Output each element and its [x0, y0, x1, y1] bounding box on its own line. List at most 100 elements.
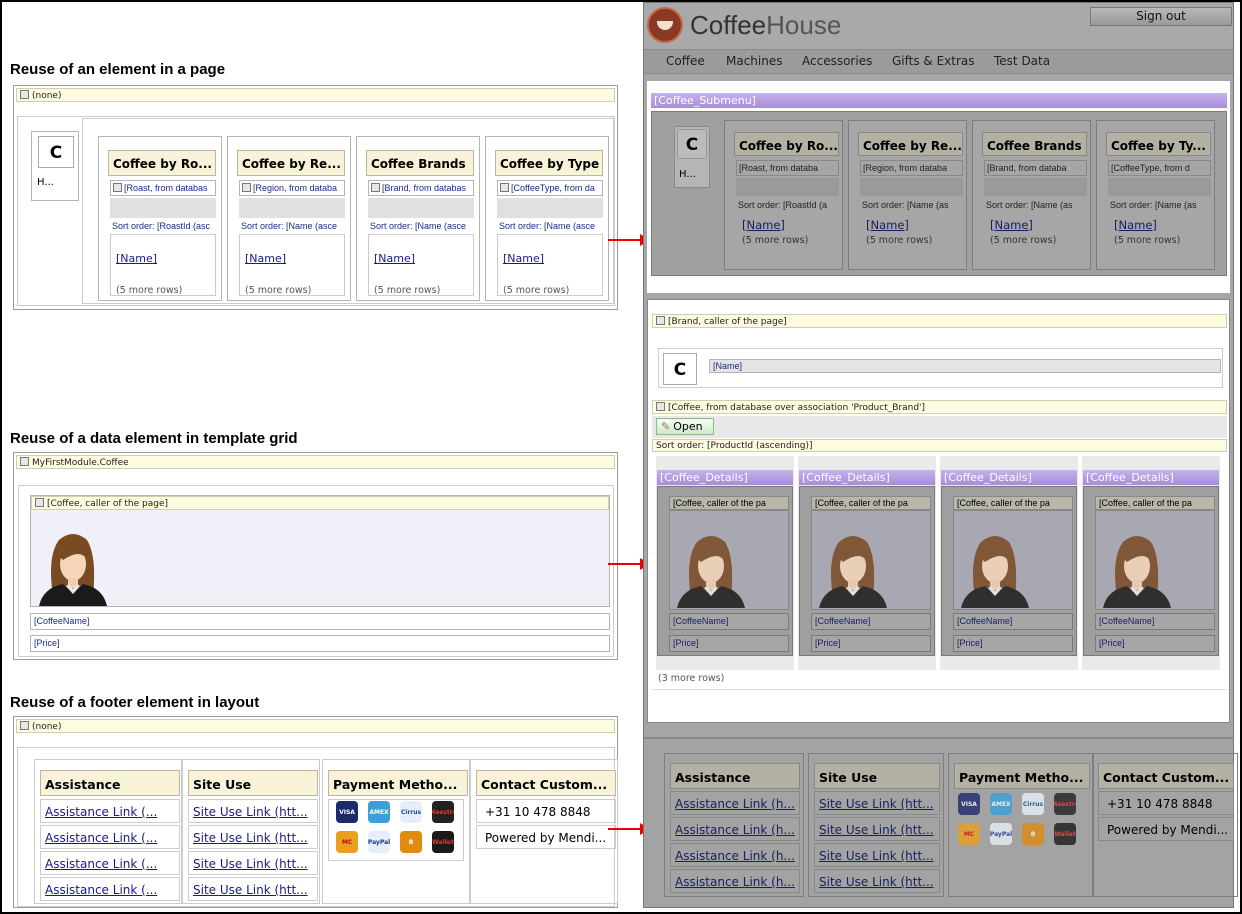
- logo-text-b: House: [766, 10, 842, 40]
- header-text-runtime: H...: [679, 169, 696, 180]
- card-name-link-runtime[interactable]: [Name]: [990, 218, 1033, 232]
- nav-item[interactable]: Test Data: [994, 50, 1050, 72]
- logo-text-a: Coffee: [690, 10, 767, 40]
- dataview: [Coffee, caller of the page]: [30, 495, 610, 607]
- coffee-list-bar: [Coffee, from database over association …: [652, 400, 1227, 414]
- footer-link-runtime[interactable]: Site Use Link (htt...: [814, 817, 940, 841]
- arrow-c: [608, 823, 650, 835]
- payment-icon-amex: AMEX: [990, 793, 1012, 815]
- price-field-runtime[interactable]: [Price]: [811, 635, 931, 652]
- sign-out-button[interactable]: Sign out: [1090, 7, 1232, 26]
- layout-context-bar: (none): [16, 719, 615, 733]
- runtime-preview: CoffeeHouse Sign out Coffee Machines Acces…: [643, 2, 1238, 908]
- edit-icon: ✎: [661, 420, 671, 433]
- price-field-runtime[interactable]: [Price]: [953, 635, 1073, 652]
- price-field[interactable]: [Price]: [30, 635, 610, 652]
- coffee-name-field-runtime[interactable]: [CoffeeName]: [953, 613, 1073, 630]
- coffee-list-label: [Coffee, from database over association …: [668, 403, 926, 413]
- footer-link-runtime[interactable]: Site Use Link (htt...: [814, 869, 940, 893]
- payment-icon-label: MC: [341, 838, 353, 846]
- submenu-body: C H... Coffee by Ro... [Roast, from datab…: [651, 111, 1227, 276]
- open-button[interactable]: ✎ Open: [656, 418, 714, 435]
- nav-item[interactable]: Gifts & Extras: [892, 50, 975, 72]
- card-toolbar-runtime: [736, 178, 839, 196]
- logo-letter: C: [38, 136, 74, 168]
- page-editor-a: (none) C H... Coffee by Ro... [Roast, fro…: [13, 85, 618, 310]
- payment-icon-label: PayPal: [990, 830, 1012, 838]
- footer-link[interactable]: Site Use Link (htt...: [188, 825, 318, 849]
- footer-link-runtime[interactable]: Assistance Link (h...: [670, 817, 800, 841]
- footer-link[interactable]: Assistance Link (...: [40, 877, 180, 901]
- contact-line-runtime: Powered by Mendi...: [1098, 817, 1234, 841]
- more-rows-label: (3 more rows): [658, 673, 725, 684]
- card-toolbar: [239, 198, 345, 218]
- payment-icon-visa: VISA: [336, 801, 358, 823]
- card-title-runtime: Coffee by Ro...: [734, 132, 839, 156]
- footer-link[interactable]: Assistance Link (...: [40, 851, 180, 875]
- footer-link-runtime[interactable]: Assistance Link (h...: [670, 791, 800, 815]
- logo-cell-runtime: C H...: [674, 126, 710, 188]
- footer-link[interactable]: Site Use Link (htt...: [188, 799, 318, 823]
- card-toolbar-runtime: [860, 178, 963, 196]
- payment-icon-paypal: PayPal: [368, 831, 390, 853]
- footer-link-runtime[interactable]: Assistance Link (h...: [670, 869, 800, 893]
- nav-item[interactable]: Accessories: [802, 50, 872, 72]
- list-icon: [242, 183, 251, 192]
- footer-link-runtime[interactable]: Assistance Link (h...: [670, 843, 800, 867]
- list-toolbar: ✎ Open: [652, 416, 1227, 438]
- footer-link[interactable]: Assistance Link (...: [40, 799, 180, 823]
- dataview-source-label: [Coffee, caller of the page]: [47, 499, 169, 509]
- coffee-name-field[interactable]: [CoffeeName]: [30, 613, 610, 630]
- payment-icon-cirrus: Cirrus: [400, 801, 422, 823]
- brand-name-field[interactable]: [Name]: [709, 359, 1221, 373]
- logo-cell: C H...: [31, 131, 79, 201]
- list-icon: [656, 402, 665, 411]
- footer-column-title-runtime: Site Use: [814, 763, 940, 789]
- contact-line: +31 10 478 8848: [476, 799, 616, 823]
- nav-item[interactable]: Coffee: [666, 50, 705, 72]
- card-name-link[interactable]: [Name]: [245, 252, 286, 265]
- card-sort-runtime: Sort order: [RoastId (a: [738, 200, 828, 210]
- heading-reuse-element: Reuse of an element in a page: [10, 61, 226, 78]
- footer-link[interactable]: Site Use Link (htt...: [188, 851, 318, 875]
- entity-icon: [20, 457, 29, 466]
- footer-link-runtime[interactable]: Site Use Link (htt...: [814, 791, 940, 815]
- app-header: CoffeeHouse Sign out: [644, 3, 1233, 49]
- card-title: Coffee by Re...: [237, 150, 345, 176]
- card-title: Coffee by Type: [495, 150, 603, 176]
- payment-icon-label: VISA: [339, 808, 355, 816]
- card-title-runtime: Coffee by Ty...: [1106, 132, 1211, 156]
- footer-column-title: Assistance: [40, 770, 180, 796]
- card-name-link-runtime[interactable]: [Name]: [742, 218, 785, 232]
- footer-link[interactable]: Site Use Link (htt...: [188, 877, 318, 901]
- footer-column-title-runtime: Contact Custom...: [1098, 763, 1234, 789]
- price-field-runtime[interactable]: [Price]: [1095, 635, 1215, 652]
- nav-item[interactable]: Machines: [726, 50, 782, 72]
- coffee-name-field-runtime[interactable]: [CoffeeName]: [811, 613, 931, 630]
- coffee-name-field-runtime[interactable]: [CoffeeName]: [669, 613, 789, 630]
- card-source: [Roast, from databas: [110, 180, 216, 196]
- card-more-rows: (5 more rows): [503, 285, 570, 296]
- card-name-link[interactable]: [Name]: [503, 252, 544, 265]
- contact-line: Powered by Mendi...: [476, 825, 616, 849]
- arrow-a: [608, 234, 650, 246]
- card-sort: Sort order: [Name (asce: [370, 221, 467, 231]
- card-name-link[interactable]: [Name]: [374, 252, 415, 265]
- price-field-runtime[interactable]: [Price]: [669, 635, 789, 652]
- card-more-rows: (5 more rows): [245, 285, 312, 296]
- card-source: [Region, from databa: [239, 180, 345, 196]
- contact-line-runtime: +31 10 478 8848: [1098, 791, 1234, 815]
- footer-link-runtime[interactable]: Site Use Link (htt...: [814, 843, 940, 867]
- footer-link[interactable]: Assistance Link (...: [40, 825, 180, 849]
- card-name-link-runtime[interactable]: [Name]: [866, 218, 909, 232]
- card-name-link[interactable]: [Name]: [116, 252, 157, 265]
- card-toolbar: [368, 198, 474, 218]
- coffee-details-source: [Coffee, caller of the pa: [1095, 496, 1215, 510]
- layout-icon: [20, 721, 29, 730]
- payment-icon-mc: MC: [958, 823, 980, 845]
- coffee-name-field-runtime[interactable]: [CoffeeName]: [1095, 613, 1215, 630]
- payment-icon-b: B: [400, 831, 422, 853]
- logo-letter-runtime: C: [677, 129, 707, 159]
- card-name-link-runtime[interactable]: [Name]: [1114, 218, 1157, 232]
- card-source: [CoffeeType, from da: [497, 180, 603, 196]
